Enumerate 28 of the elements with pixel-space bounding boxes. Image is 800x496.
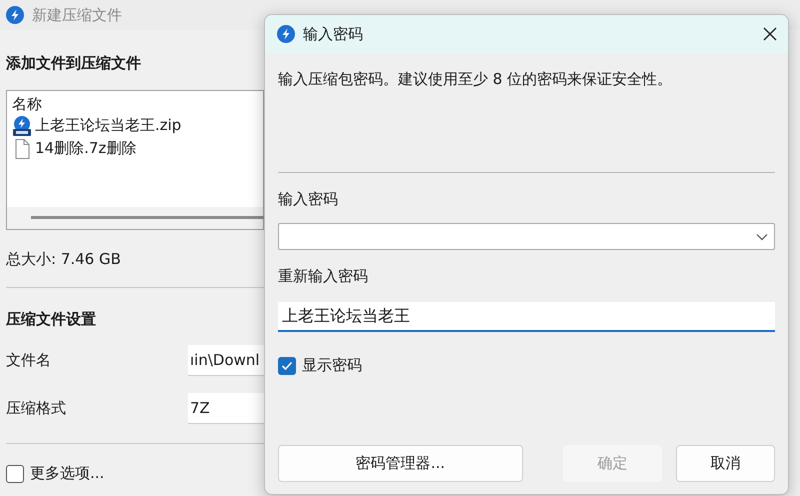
password-field[interactable]: 上老王论坛当老王 (278, 302, 775, 332)
archive-icon (11, 114, 33, 136)
checkmark-icon (281, 360, 293, 370)
field-label: 文件名 (6, 350, 52, 370)
dialog-button[interactable]: 密码管理器... (278, 445, 523, 482)
file-name[interactable]: 14删除.7z删除 (35, 139, 136, 158)
dialog-title: 输入密码 (303, 24, 364, 44)
field-label: 重新输入密码 (278, 267, 369, 286)
description-text: 输入压缩包密码。建议使用至少 8 位的密码来保证安全性。 (278, 70, 674, 89)
field-label: 输入密码 (278, 190, 339, 209)
close-icon[interactable] (762, 26, 778, 42)
checkbox-label: 显示密码 (302, 356, 362, 375)
app-logo-icon (6, 6, 24, 24)
chevron-down-icon (756, 232, 768, 240)
column-header: 名称 (11, 94, 43, 114)
field-label: 压缩格式 (6, 398, 67, 418)
file-name[interactable]: 上老王论坛当老王.zip (35, 116, 182, 135)
checkbox[interactable] (278, 356, 296, 374)
dialog-button[interactable]: 取消 (676, 445, 776, 482)
section-heading: 压缩文件设置 (6, 310, 96, 329)
window-title: 新建压缩文件 (32, 6, 122, 24)
total-size: 总大小: 7.46 GB (6, 250, 121, 269)
checkbox[interactable] (6, 464, 24, 482)
input-field[interactable]: 7Z (188, 392, 264, 424)
app-logo-icon (277, 25, 295, 43)
section-heading: 添加文件到压缩文件 (6, 54, 141, 73)
input-field[interactable]: ıin\Downl (188, 344, 264, 376)
checkbox-label: 更多选项... (30, 464, 104, 483)
